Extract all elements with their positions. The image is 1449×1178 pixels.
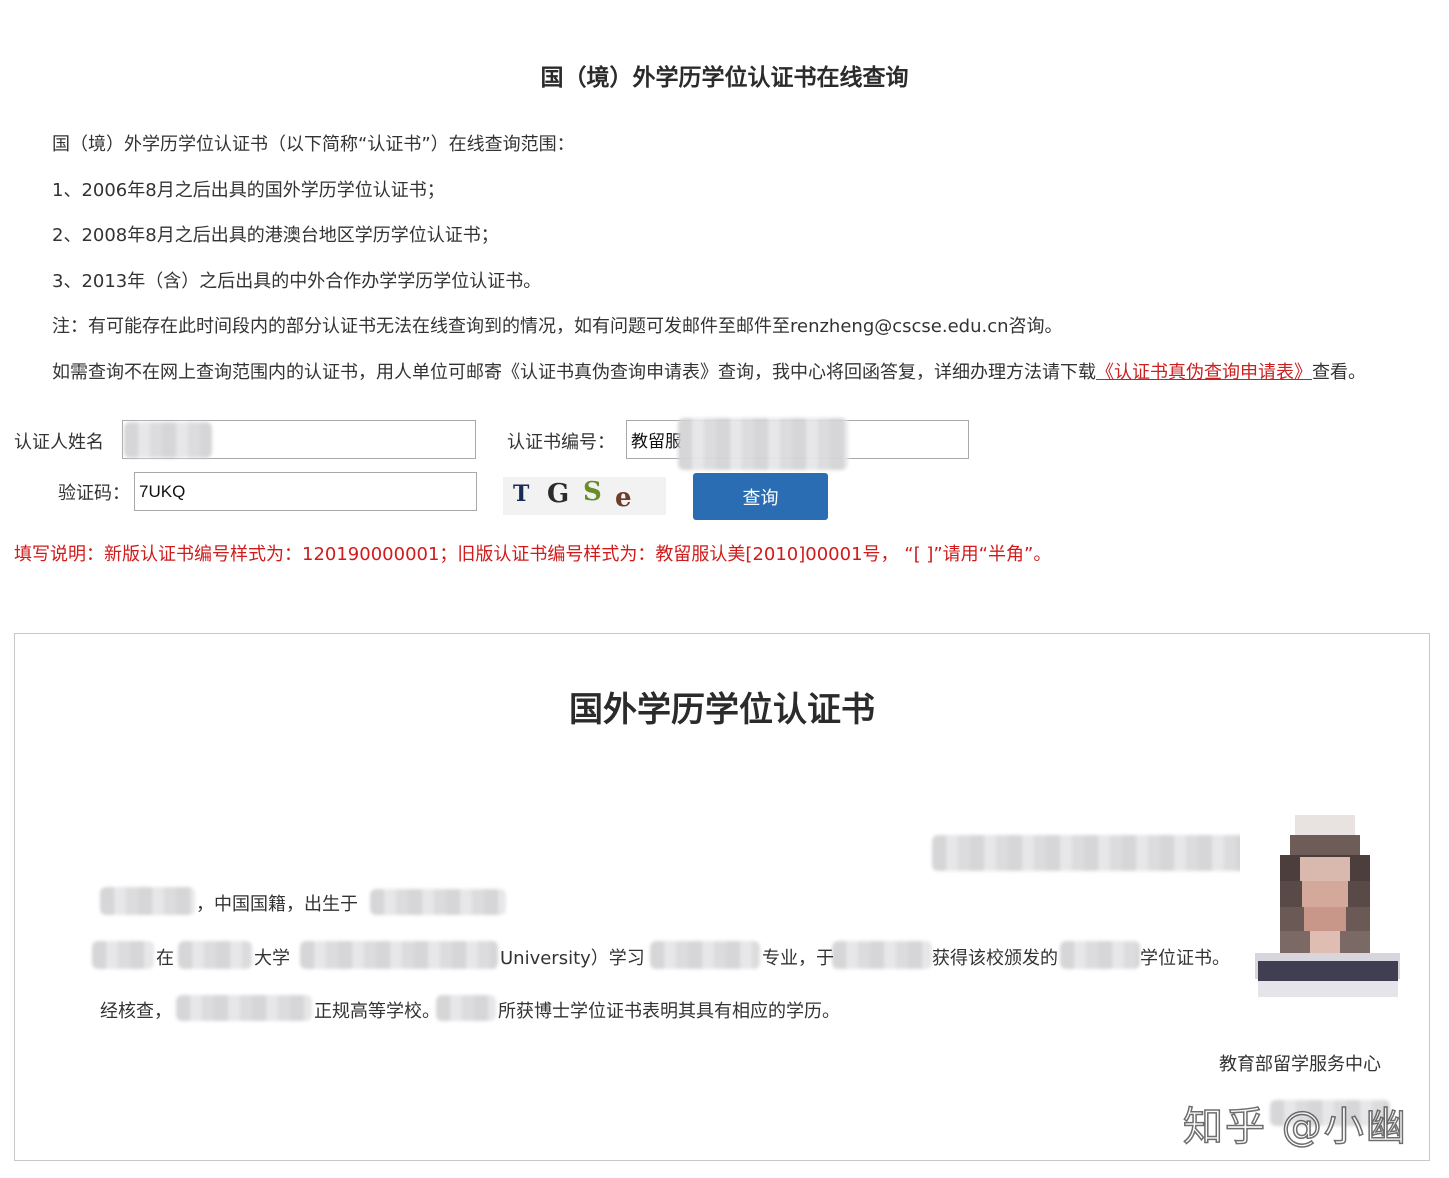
mail-text-after: 查看。 xyxy=(1312,361,1366,383)
redacted-name xyxy=(124,422,212,458)
intro-section: 国（境）外学历学位认证书（以下简称“认证书”）在线查询范围： 1、2006年8月… xyxy=(14,131,1404,386)
redacted-school xyxy=(176,995,312,1021)
redacted-cert-number xyxy=(678,418,848,470)
cert-line-2d: 专业，于 xyxy=(762,948,834,969)
captcha-label: 验证码： xyxy=(58,483,130,504)
redacted-name-2 xyxy=(92,941,154,969)
scope-item-2: 2、2008年8月之后出具的港澳台地区学历学位认证书； xyxy=(52,225,499,246)
fill-instructions: 填写说明：新版认证书编号样式为：120190000001；旧版认证书编号样式为：… xyxy=(14,544,1052,565)
contact-note: 注：有可能存在此时间段内的部分认证书无法在线查询到的情况，如有问题可发邮件至邮件… xyxy=(52,316,1063,337)
redacted-university-en xyxy=(300,941,498,969)
cert-issuer: 教育部留学服务中心 xyxy=(1219,1054,1381,1075)
redacted-holder-name xyxy=(100,887,195,915)
cert-line-2a: 在 xyxy=(156,948,174,969)
redacted-university-cn xyxy=(178,941,252,969)
redacted-cert-number-line xyxy=(932,835,1257,871)
scope-item-3: 3、2013年（含）之后出具的中外合作办学学历学位认证书。 xyxy=(52,270,542,292)
mail-instructions: 如需查询不在网上查询范围内的认证书，用人单位可邮寄《认证书真伪查询申请表》查询，… xyxy=(14,359,1404,386)
cert-line-2f: 学位证书。 xyxy=(1140,948,1230,969)
captcha-char: S xyxy=(583,477,602,507)
redacted-name-3 xyxy=(436,995,496,1021)
page-title: 国（境）外学历学位认证书在线查询 xyxy=(540,65,909,91)
holder-photo xyxy=(1240,815,1400,997)
redacted-birth-date xyxy=(370,889,506,915)
captcha-char: T xyxy=(513,481,530,507)
cert-line-2e: 获得该校颁发的 xyxy=(932,948,1058,969)
cert-line-3a: 经核查， xyxy=(100,1001,172,1022)
captcha-image[interactable]: T G S e xyxy=(503,477,666,515)
cert-line-3c: 所获博士学位证书表明其具有相应的学历。 xyxy=(498,1001,840,1022)
scope-item-1: 1、2006年8月之后出具的国外学历学位认证书； xyxy=(52,179,445,201)
cert-line-2c: University）学习 xyxy=(500,948,645,969)
cert-line-1: ，中国国籍，出生于 xyxy=(196,894,358,915)
certificate-title: 国外学历学位认证书 xyxy=(569,690,875,730)
redacted-degree xyxy=(1060,941,1140,969)
redacted-major xyxy=(650,941,760,969)
captcha-char: e xyxy=(615,483,632,513)
captcha-char: G xyxy=(547,479,570,509)
cert-number-label: 认证书编号： xyxy=(507,432,615,453)
captcha-input[interactable] xyxy=(134,472,477,511)
zhihu-watermark: 知乎 @小幽 xyxy=(1182,1103,1408,1151)
mail-text: 如需查询不在网上查询范围内的认证书，用人单位可邮寄《认证书真伪查询申请表》查询，… xyxy=(52,361,1096,383)
search-button[interactable]: 查询 xyxy=(693,473,828,520)
redacted-date xyxy=(832,941,932,969)
cert-line-2b: 大学 xyxy=(254,948,290,969)
name-label: 认证人姓名 xyxy=(14,432,104,453)
application-form-link[interactable]: 《认证书真伪查询申请表》 xyxy=(1096,362,1312,383)
scope-heading: 国（境）外学历学位认证书（以下简称“认证书”）在线查询范围： xyxy=(52,134,575,155)
cert-line-3b: 正规高等学校。 xyxy=(314,1001,440,1022)
